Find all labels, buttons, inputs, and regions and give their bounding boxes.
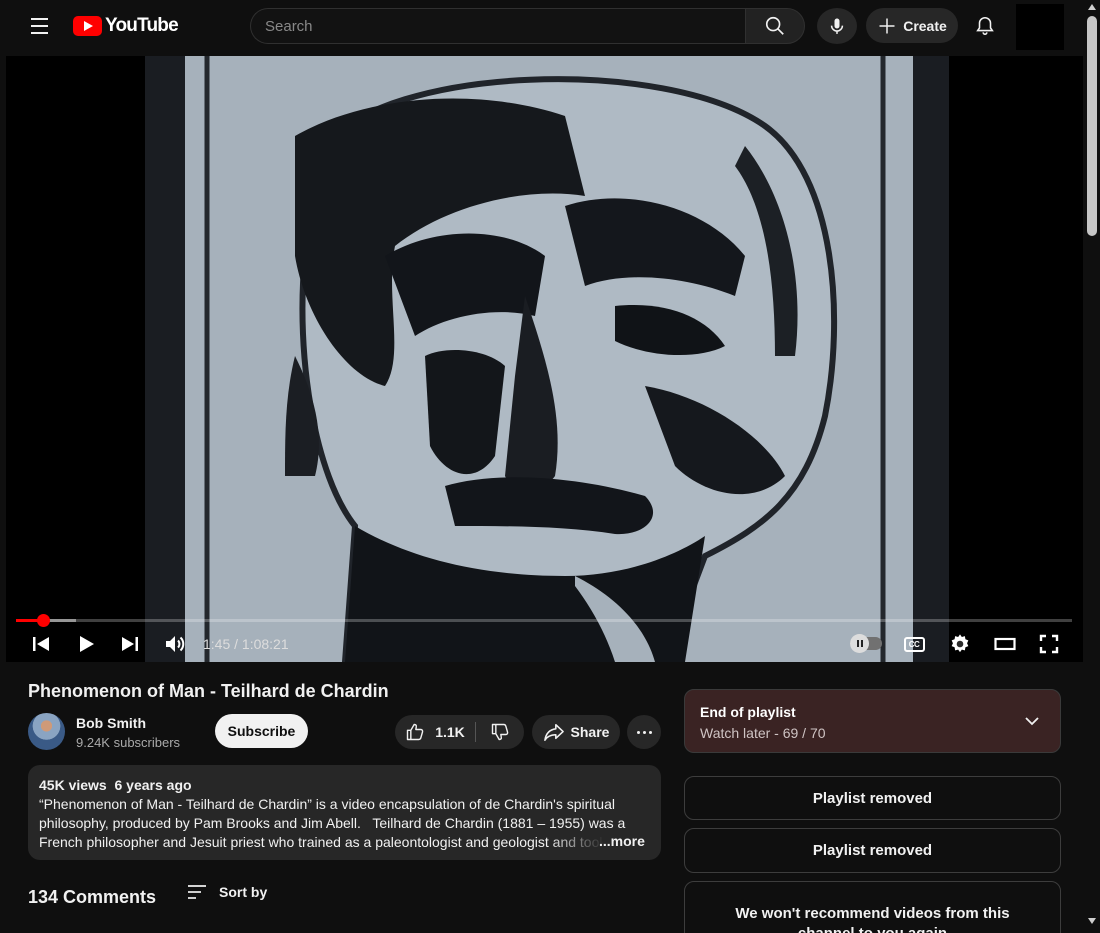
notice-text: We won't recommend videos from this chan… [735,905,1010,933]
view-count: 45K views [39,777,107,793]
fullscreen-button[interactable] [1035,629,1063,659]
notice-channel-hidden: We won't recommend videos from this chan… [684,881,1061,933]
progress-bar[interactable] [16,614,1072,627]
time-separator: / [230,636,242,652]
youtube-logo[interactable]: YouTube [73,15,179,37]
thumbs-down-icon [491,723,509,741]
chevron-down-icon[interactable] [1023,712,1041,730]
channel-avatar[interactable] [28,713,65,750]
like-count: 1.1K [435,724,465,740]
previous-button[interactable] [28,629,54,659]
page-scrollbar[interactable] [1084,0,1100,933]
search-box [250,8,746,44]
thumbs-up-icon [406,723,424,741]
captions-button[interactable]: CC [900,629,928,659]
play-icon [80,636,94,652]
mute-button[interactable] [161,629,189,659]
like-button[interactable]: 1.1K [395,715,475,749]
settings-button[interactable] [946,629,974,659]
volume-icon [166,636,185,652]
pause-icon [850,634,869,653]
channel-name[interactable]: Bob Smith [76,715,146,731]
description-box[interactable]: 45K views 6 years ago “Phenomenon of Man… [28,765,661,860]
masthead: YouTube Create [0,0,1084,52]
play-button[interactable] [72,629,100,659]
next-icon [122,637,138,651]
dislike-button[interactable] [476,715,524,749]
account-avatar[interactable] [1016,4,1064,50]
video-frame-image [145,56,949,662]
plus-icon [879,18,895,33]
time-total: 1:08:21 [241,636,289,652]
scrollbar-thumb[interactable] [1087,16,1097,236]
notifications-button[interactable] [966,8,1004,44]
playlist-title: End of playlist [700,704,796,720]
youtube-logo-icon [73,16,102,36]
create-label: Create [903,17,947,34]
more-actions-button[interactable] [627,715,661,749]
theater-mode-button[interactable] [991,629,1019,659]
playlist-panel[interactable]: End of playlist Watch later - 69 / 70 [684,689,1061,753]
subscribe-button[interactable]: Subscribe [215,714,308,748]
sort-comments-button[interactable]: Sort by [187,884,267,900]
logo-text: YouTube [105,15,179,36]
video-title: Phenomenon of Man - Teilhard de Chardin [28,681,389,701]
upload-age: 6 years ago [114,777,192,793]
sort-icon [188,885,206,899]
like-dislike-group: 1.1K [395,715,524,749]
fullscreen-icon [1039,634,1059,654]
search-button[interactable] [745,8,805,44]
description-meta: 45K views 6 years ago [39,777,192,793]
next-button[interactable] [117,629,143,659]
notice-playlist-removed: Playlist removed [684,776,1061,820]
video-player[interactable]: 1:45 / 1:08:21 CC [6,56,1083,662]
scroll-up-arrow[interactable] [1088,4,1096,10]
bell-icon [976,16,994,36]
video-frame[interactable] [145,56,949,662]
create-button[interactable]: Create [866,8,958,43]
share-label: Share [570,724,610,740]
microphone-icon [830,18,844,34]
search-input[interactable] [251,9,746,43]
settings-icon [951,634,969,653]
time-display: 1:45 / 1:08:21 [203,636,289,652]
voice-search-button[interactable] [817,8,857,44]
notice-playlist-removed: Playlist removed [684,828,1061,873]
notice-text: Playlist removed [812,842,933,859]
captions-icon: CC [903,636,925,652]
autoplay-toggle[interactable] [850,634,882,653]
sort-label: Sort by [219,884,268,900]
notice-text: Playlist removed [812,789,933,807]
previous-icon [33,637,49,651]
comments-count: 134 Comments [28,887,157,907]
menu-icon[interactable] [22,9,56,43]
time-current: 1:45 [203,636,231,652]
search-icon [765,16,784,35]
scroll-down-arrow[interactable] [1088,918,1096,924]
theater-icon [994,637,1016,651]
share-button[interactable]: Share [532,715,620,749]
playlist-subtitle[interactable]: Watch later - 69 / 70 [700,725,826,741]
subscriber-count: 9.24K subscribers [76,735,181,750]
share-icon [543,723,564,741]
description-more-button[interactable]: ...more [599,833,645,849]
scrubber-handle[interactable] [37,614,51,627]
